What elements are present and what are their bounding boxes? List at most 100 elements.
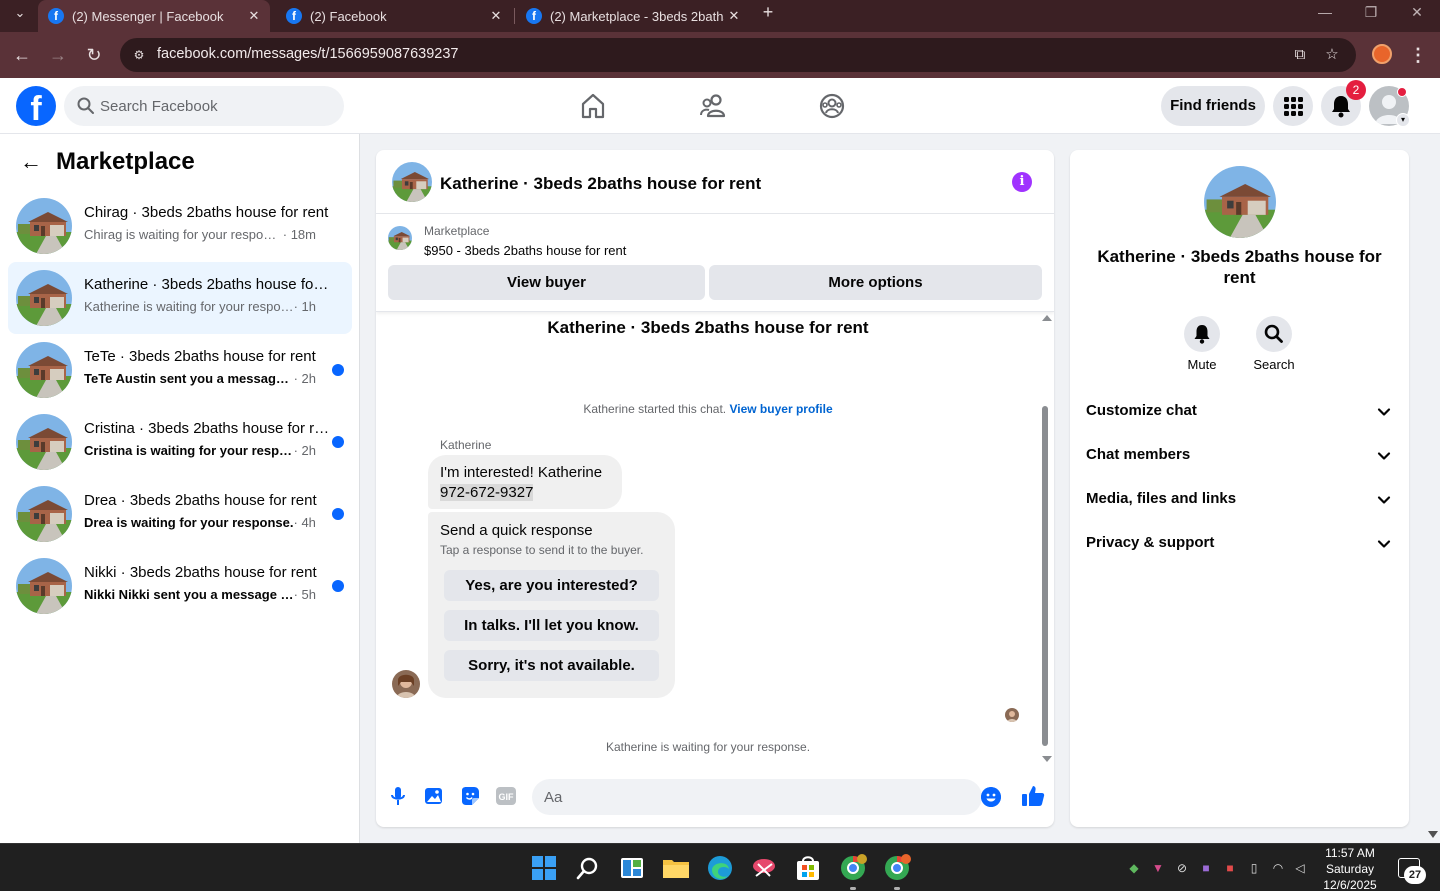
details-avatar[interactable] [1204, 166, 1276, 238]
sticker-icon[interactable] [458, 784, 482, 808]
close-tab-icon[interactable]: ✕ [724, 8, 744, 24]
microphone-icon[interactable] [386, 784, 410, 808]
browser-menu-icon[interactable]: ⋮ [1408, 43, 1428, 67]
address-url[interactable]: facebook.com/messages/t/1566959087639237 [157, 46, 459, 62]
file-explorer-icon[interactable] [660, 852, 692, 884]
address-bar[interactable]: ⚙ facebook.com/messages/t/15669590876392… [120, 38, 1356, 72]
snipping-tool-icon[interactable] [748, 852, 780, 884]
install-app-icon[interactable]: ⧉ [1290, 45, 1310, 65]
privacy-support-section[interactable]: Privacy & support [1078, 522, 1401, 566]
more-options-button[interactable]: More options [709, 265, 1042, 300]
close-tab-icon[interactable]: ✕ [244, 8, 264, 24]
browser-toolbar: ← → ↻ ⚙ facebook.com/messages/t/15669590… [0, 32, 1440, 78]
message-phone-number[interactable]: 972-672-9327 [440, 484, 534, 501]
emoji-icon[interactable] [981, 787, 1001, 807]
bookmark-star-icon[interactable]: ☆ [1322, 45, 1342, 65]
chat-pane: Katherine · 3beds 2baths house for rent … [376, 150, 1054, 827]
tray-app-icon[interactable]: ◆ [1126, 860, 1142, 876]
facebook-logo[interactable]: f [16, 86, 56, 126]
forward-button[interactable]: → [44, 41, 72, 69]
conversation-item[interactable]: TeTe · 3beds 2baths house for rent TeTe A… [8, 334, 352, 406]
minimize-window-button[interactable]: — [1302, 0, 1348, 32]
volume-icon[interactable]: ◁ [1292, 860, 1308, 876]
windows-start-icon[interactable] [528, 852, 560, 884]
restore-window-button[interactable]: ❐ [1348, 0, 1394, 32]
site-info-icon[interactable]: ⚙ [130, 46, 148, 64]
page-scroll-down-arrow-icon[interactable] [1428, 831, 1438, 838]
tab-search-menu-button[interactable]: ⌄ [6, 2, 34, 26]
edge-browser-icon[interactable] [704, 852, 736, 884]
quick-response-in-talks-button[interactable]: In talks. I'll let you know. [444, 610, 659, 641]
browser-tab-bar: ⌄ f (2) Messenger | Facebook ✕ f (2) Fac… [0, 0, 1440, 32]
conversation-item[interactable]: Nikki · 3beds 2baths house for rent Nikki… [8, 550, 352, 622]
new-tab-button[interactable]: + [758, 2, 778, 26]
search-in-conversation-button[interactable]: Search [1244, 316, 1304, 372]
close-tab-icon[interactable]: ✕ [486, 8, 506, 24]
microsoft-store-icon[interactable] [792, 852, 824, 884]
close-window-button[interactable]: ✕ [1394, 0, 1440, 32]
unread-dot [332, 580, 344, 592]
widgets-icon[interactable] [616, 852, 648, 884]
message-input[interactable] [544, 779, 944, 815]
chrome-profile-1-icon[interactable] [837, 852, 869, 884]
grid-menu-icon [1284, 97, 1303, 116]
home-icon[interactable] [577, 90, 609, 122]
groups-icon[interactable] [816, 90, 848, 122]
gif-icon[interactable]: GIF [494, 784, 518, 808]
back-button[interactable]: ← [8, 41, 36, 69]
conversation-item[interactable]: Drea · 3beds 2baths house for rent Drea i… [8, 478, 352, 550]
chat-title[interactable]: Katherine · 3beds 2baths house for rent [440, 174, 761, 194]
tray-recorder-icon[interactable]: ■ [1222, 860, 1238, 876]
view-buyer-profile-link[interactable]: View buyer profile [729, 402, 832, 416]
mute-button[interactable]: Mute [1172, 316, 1232, 372]
scroll-up-arrow-icon[interactable] [1042, 315, 1052, 321]
tray-vpn-icon[interactable]: ▼ [1150, 860, 1166, 876]
system-clock[interactable]: 11:57 AM Saturday 12/6/2025 [1316, 844, 1384, 891]
conversation-name: Chirag · 3beds 2baths house for rent [84, 204, 329, 221]
extension-icon[interactable] [1372, 44, 1392, 64]
quick-response-not-available-button[interactable]: Sorry, it's not available. [444, 650, 659, 681]
scrollbar-thumb[interactable] [1042, 406, 1048, 746]
chat-members-section[interactable]: Chat members [1078, 434, 1401, 478]
clock-date: 12/6/2025 [1323, 878, 1377, 891]
search-box[interactable] [64, 86, 344, 126]
facebook-header: f Find friends [0, 78, 1440, 134]
scroll-down-arrow-icon[interactable] [1042, 756, 1052, 762]
browser-tab-marketplace[interactable]: f (2) Marketplace - 3beds 2baths house f… [516, 0, 750, 32]
reload-button[interactable]: ↻ [80, 41, 108, 69]
menu-button[interactable] [1273, 86, 1313, 126]
conversation-item[interactable]: Cristina · 3beds 2baths house for rent Cr… [8, 406, 352, 478]
bell-icon [1194, 325, 1210, 344]
listing-price-title[interactable]: $950 - 3beds 2baths house for rent [424, 243, 626, 258]
listing-thumbnail[interactable] [388, 226, 412, 250]
chrome-profile-2-icon[interactable] [881, 852, 913, 884]
thumbs-up-icon[interactable] [1020, 783, 1046, 809]
wifi-icon[interactable]: ◠ [1270, 860, 1286, 876]
info-icon[interactable]: i [1012, 172, 1032, 192]
conversation-item[interactable]: Katherine · 3beds 2baths house for rent K… [8, 262, 352, 334]
tray-folder-icon[interactable]: ■ [1198, 860, 1214, 876]
thread-scrollbar[interactable] [1040, 312, 1052, 766]
tray-hidden-icon[interactable]: ⊘ [1174, 860, 1190, 876]
search-input[interactable] [100, 86, 330, 126]
back-arrow-icon[interactable]: ← [20, 150, 44, 174]
view-buyer-button[interactable]: View buyer [388, 265, 705, 300]
friends-icon[interactable] [697, 90, 729, 122]
find-friends-button[interactable]: Find friends [1161, 86, 1265, 126]
browser-tab-facebook[interactable]: f (2) Facebook ✕ [276, 0, 512, 32]
message-input-box[interactable] [532, 779, 982, 815]
conversation-preview-text: Katherine is waiting for your response. [84, 299, 294, 314]
customize-chat-section[interactable]: Customize chat [1078, 390, 1401, 434]
search-icon[interactable] [572, 852, 604, 884]
section-label: Privacy & support [1086, 534, 1215, 551]
message-bubble[interactable]: I'm interested! Katherine 972-672-9327 [428, 455, 622, 509]
conversation-item[interactable]: Chirag · 3beds 2baths house for rent Chir… [8, 190, 352, 262]
account-chevron-down-icon[interactable]: ▾ [1396, 113, 1410, 127]
photo-icon[interactable] [422, 784, 446, 808]
usb-device-icon[interactable]: ▯ [1246, 860, 1262, 876]
chat-header-avatar[interactable] [392, 162, 432, 202]
quick-response-yes-button[interactable]: Yes, are you interested? [444, 570, 659, 601]
media-files-links-section[interactable]: Media, files and links [1078, 478, 1401, 522]
sender-avatar[interactable] [392, 670, 420, 698]
browser-tab-messenger[interactable]: f (2) Messenger | Facebook ✕ [38, 0, 270, 32]
